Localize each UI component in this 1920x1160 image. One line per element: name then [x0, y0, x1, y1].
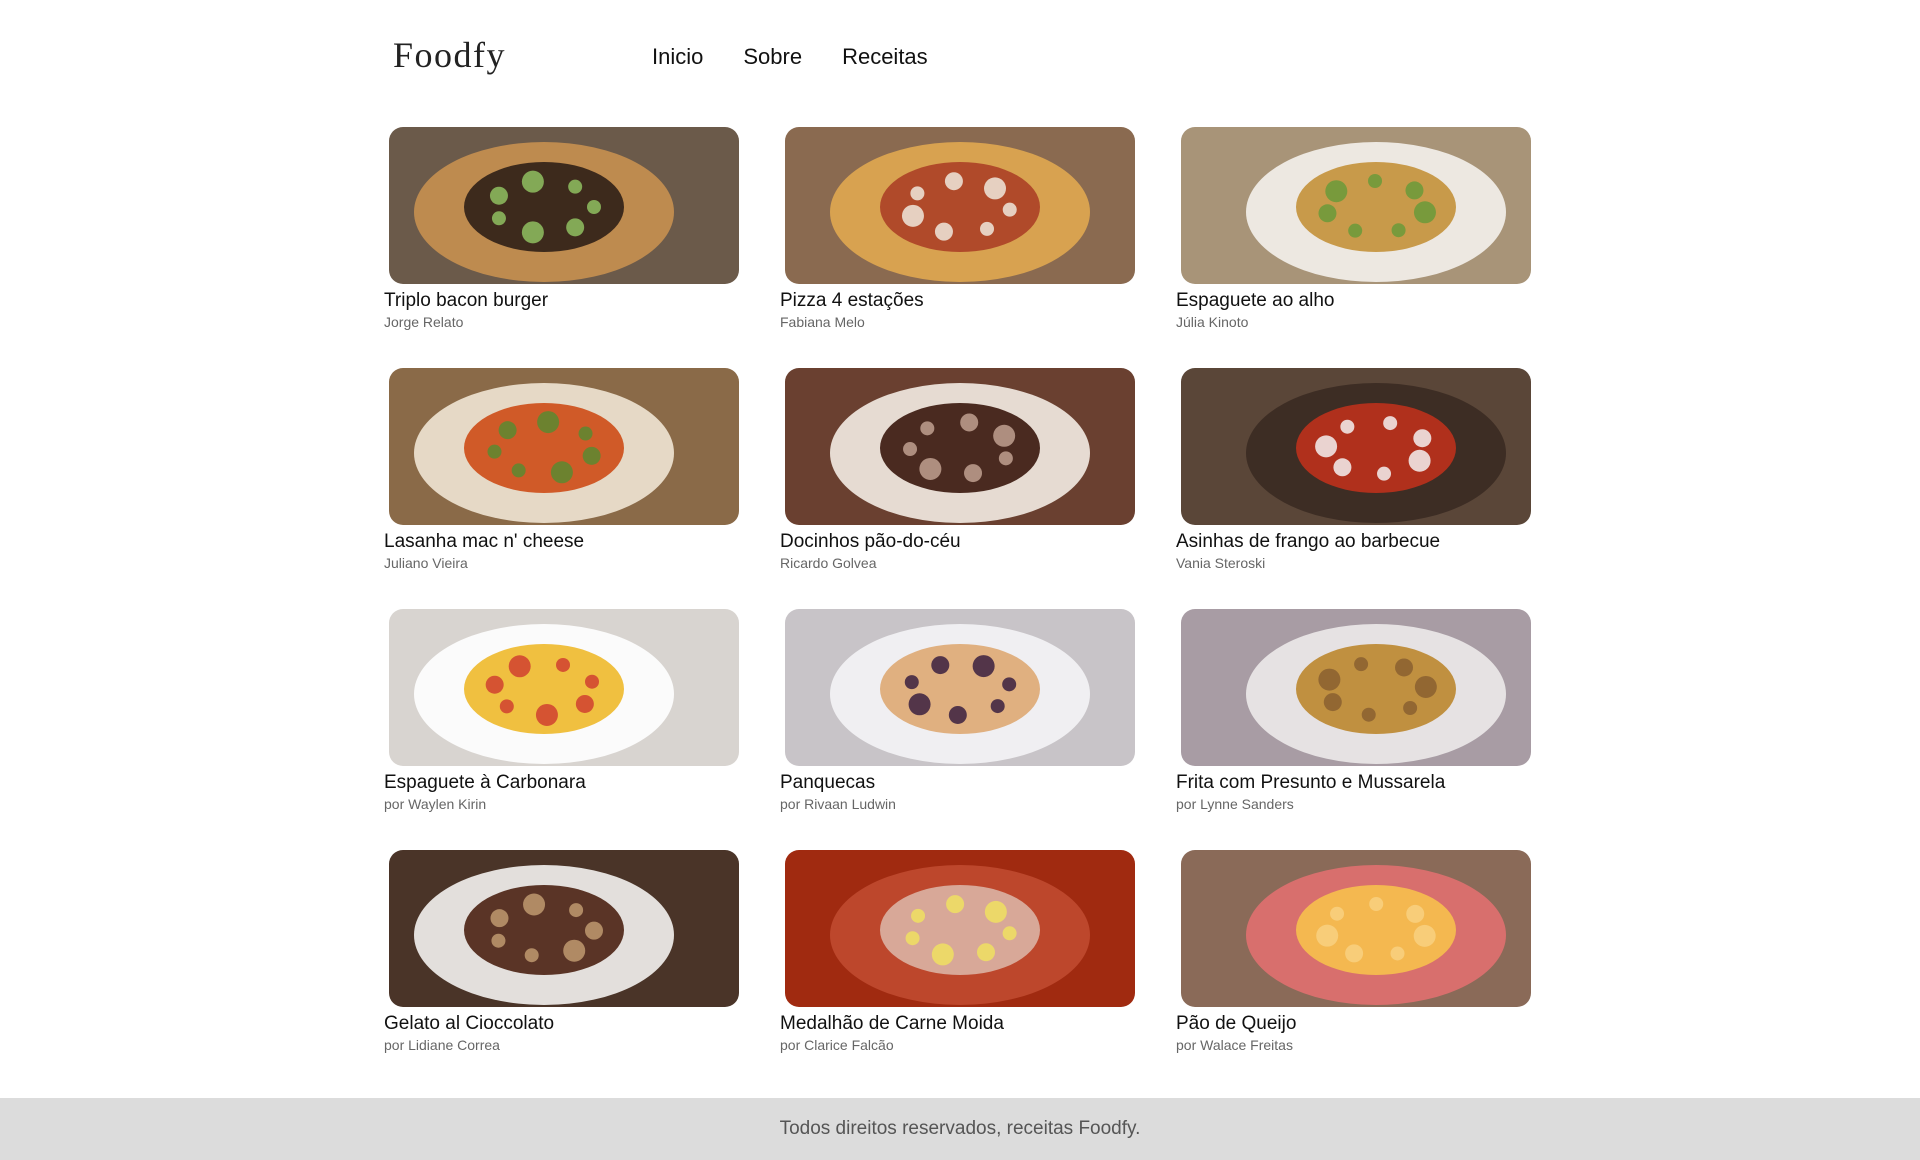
recipe-card[interactable]: Pizza 4 estações Fabiana Melo — [780, 127, 1136, 368]
lasagna-photo[interactable] — [389, 368, 739, 525]
pizza-photo[interactable] — [785, 127, 1135, 284]
recipes-grid: Triplo bacon burger Jorge Relato Pizza 4 e… — [384, 127, 1532, 1091]
recipe-author: Juliano Vieira — [384, 555, 468, 571]
recipe-author: por Waylen Kirin — [384, 796, 487, 812]
recipe-title[interactable]: Asinhas de frango ao barbecue — [1176, 530, 1532, 554]
recipe-author: por Lidiane Correa — [384, 1037, 500, 1053]
recipe-author: por Clarice Falcão — [780, 1037, 894, 1053]
recipe-author: Ricardo Golvea — [780, 555, 877, 571]
gelato-photo[interactable] — [389, 850, 739, 1007]
recipe-author: por Rivaan Ludwin — [780, 796, 896, 812]
spaghetti-garlic-photo[interactable] — [1181, 127, 1531, 284]
meat-medallion-photo[interactable] — [785, 850, 1135, 1007]
chocolates-photo[interactable] — [785, 368, 1135, 525]
pancakes-photo[interactable] — [785, 609, 1135, 766]
recipe-card[interactable]: Gelato al Cioccolato por Lidiane Correa — [384, 850, 740, 1091]
nav-link-sobre[interactable]: Sobre — [743, 44, 802, 70]
recipe-title[interactable]: Espaguete ao alho — [1176, 289, 1532, 313]
recipe-author: Jorge Relato — [384, 314, 464, 330]
recipe-card[interactable]: Lasanha mac n' cheese Juliano Vieira — [384, 368, 740, 609]
recipe-author: Júlia Kinoto — [1176, 314, 1249, 330]
recipe-author: por Walace Freitas — [1176, 1037, 1293, 1053]
nav-link-receitas[interactable]: Receitas — [842, 44, 928, 70]
recipe-card[interactable]: Docinhos pão-do-céu Ricardo Golvea — [780, 368, 1136, 609]
burger-photo[interactable] — [389, 127, 739, 284]
recipe-title[interactable]: Triplo bacon burger — [384, 289, 740, 313]
nav-link-inicio[interactable]: Inicio — [652, 44, 703, 70]
cheese-bread-photo[interactable] — [1181, 850, 1531, 1007]
footer: Todos direitos reservados, receitas Food… — [0, 1098, 1920, 1160]
recipe-title[interactable]: Pão de Queijo — [1176, 1012, 1532, 1036]
main-nav: Inicio Sobre Receitas — [652, 44, 928, 70]
carbonara-photo[interactable] — [389, 609, 739, 766]
recipe-author: por Lynne Sanders — [1176, 796, 1294, 812]
recipe-title[interactable]: Docinhos pão-do-céu — [780, 530, 1136, 554]
recipe-card[interactable]: Frita com Presunto e Mussarela por Lynne … — [1176, 609, 1532, 850]
recipe-title[interactable]: Lasanha mac n' cheese — [384, 530, 740, 554]
logo[interactable]: Foodfy — [393, 34, 506, 76]
recipe-title[interactable]: Medalhão de Carne Moida — [780, 1012, 1136, 1036]
recipe-card[interactable]: Asinhas de frango ao barbecue Vania Stero… — [1176, 368, 1532, 609]
recipe-card[interactable]: Triplo bacon burger Jorge Relato — [384, 127, 740, 368]
recipe-author: Vania Steroski — [1176, 555, 1266, 571]
recipe-title[interactable]: Frita com Presunto e Mussarela — [1176, 771, 1532, 795]
recipe-title[interactable]: Gelato al Cioccolato — [384, 1012, 740, 1036]
recipe-card[interactable]: Pão de Queijo por Walace Freitas — [1176, 850, 1532, 1091]
recipe-author: Fabiana Melo — [780, 314, 865, 330]
recipe-card[interactable]: Medalhão de Carne Moida por Clarice Falcã… — [780, 850, 1136, 1091]
recipe-card[interactable]: Panquecas por Rivaan Ludwin — [780, 609, 1136, 850]
recipe-card[interactable]: Espaguete ao alho Júlia Kinoto — [1176, 127, 1532, 368]
recipe-card[interactable]: Espaguete à Carbonara por Waylen Kirin — [384, 609, 740, 850]
omelette-photo[interactable] — [1181, 609, 1531, 766]
recipe-title[interactable]: Panquecas — [780, 771, 1136, 795]
chicken-wings-photo[interactable] — [1181, 368, 1531, 525]
recipe-title[interactable]: Pizza 4 estações — [780, 289, 1136, 313]
footer-text: Todos direitos reservados, receitas Food… — [779, 1118, 1141, 1139]
header: Foodfy Inicio Sobre Receitas — [0, 0, 1920, 118]
recipe-title[interactable]: Espaguete à Carbonara — [384, 771, 740, 795]
